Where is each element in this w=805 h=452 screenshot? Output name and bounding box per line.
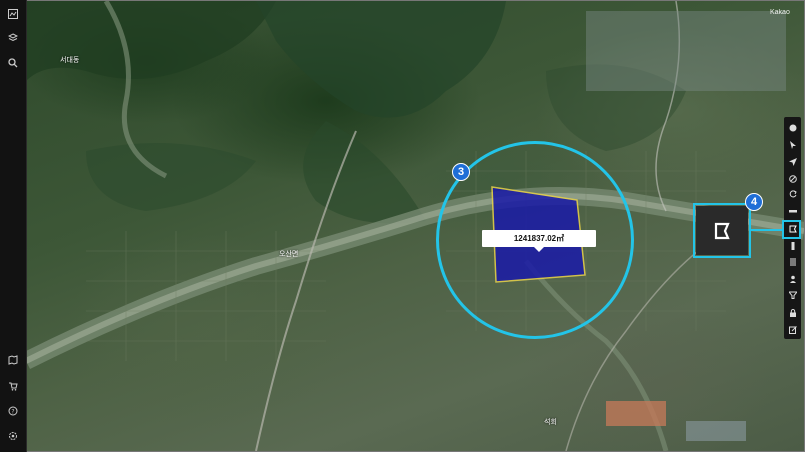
ruler-icon[interactable] [784, 202, 801, 219]
map-watermark: Kakao [770, 9, 790, 16]
lock-icon[interactable] [784, 304, 801, 321]
place-label: 서대동 [60, 57, 80, 64]
map-icon[interactable] [5, 352, 21, 368]
rotate-icon[interactable] [784, 185, 801, 202]
highlight-connector [751, 229, 782, 231]
filter-icon[interactable] [784, 286, 801, 303]
highlighted-tool-frame [782, 220, 801, 239]
place-label: 오산면 [279, 251, 299, 258]
person-icon[interactable] [784, 270, 801, 287]
help-icon[interactable]: ? [5, 403, 21, 419]
image-icon[interactable] [5, 6, 21, 22]
step-badge-3: 3 [452, 163, 470, 181]
layers-icon[interactable] [5, 30, 21, 46]
list-icon[interactable] [784, 253, 801, 270]
satellite-map[interactable]: 서대동 오산면 석회 [26, 1, 804, 451]
area-measure-tool-preview [696, 206, 748, 255]
marker-icon[interactable] [784, 237, 801, 254]
svg-text:?: ? [11, 409, 14, 416]
step-badge-4: 4 [745, 193, 763, 211]
place-label: 석회 [544, 419, 557, 426]
search-icon[interactable] [5, 55, 21, 71]
area-measure-icon [714, 222, 730, 239]
navigate-icon[interactable] [784, 153, 801, 170]
area-measurement-label: 1241837.02㎡ [482, 230, 596, 247]
cart-icon[interactable] [5, 378, 21, 394]
edit-icon[interactable] [784, 321, 801, 338]
settings-icon[interactable] [5, 428, 21, 444]
circle-draw-icon[interactable] [784, 119, 801, 136]
left-sidebar: ? [0, 0, 27, 452]
pointer-icon[interactable] [784, 136, 801, 153]
area-label-pointer [534, 247, 544, 252]
map-terrain [26, 1, 804, 451]
